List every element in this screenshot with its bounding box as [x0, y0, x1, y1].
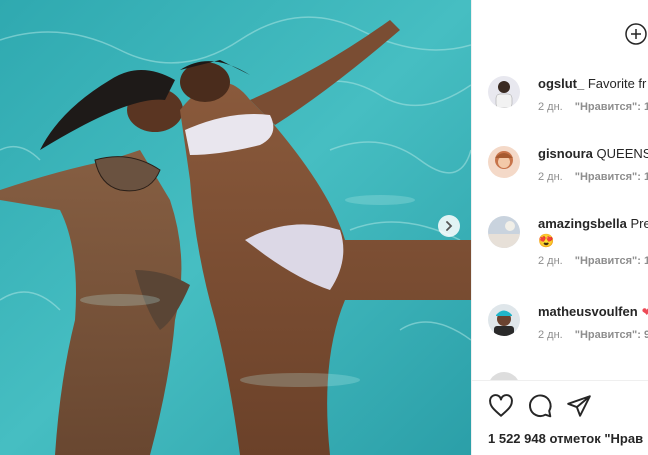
avatar[interactable]	[488, 76, 520, 108]
comment-text: Favorite fr	[587, 76, 647, 91]
avatar[interactable]	[488, 304, 520, 336]
post-actions: 1 522 948 отметок "Нрав	[472, 380, 648, 455]
plus-circle-icon	[625, 23, 647, 45]
like-button[interactable]	[488, 393, 514, 419]
comment-username[interactable]: matheusvoulfen	[538, 304, 638, 319]
comment-age[interactable]: 2 дн.	[538, 101, 563, 113]
comment-item: ogslut_ Favorite fr 2 дн. "Нравится": 1	[488, 76, 648, 113]
post-dialog: ogslut_ Favorite fr 2 дн. "Нравится": 1 g…	[0, 0, 648, 455]
comments-panel: ogslut_ Favorite fr 2 дн. "Нравится": 1 g…	[471, 0, 648, 455]
next-photo-button[interactable]	[438, 215, 460, 237]
post-photo[interactable]	[0, 0, 471, 455]
comment-text: QUEENS	[596, 146, 648, 161]
comment-text: Pre	[630, 216, 648, 231]
comment-likes[interactable]: "Нравится": 1	[575, 171, 648, 183]
comment-age[interactable]: 2 дн.	[538, 329, 563, 341]
comment-emoji: 😍	[538, 233, 555, 248]
share-button[interactable]	[566, 393, 592, 419]
add-button[interactable]	[625, 23, 647, 50]
comment-username[interactable]: ogslut_	[538, 76, 584, 91]
avatar[interactable]	[488, 372, 520, 380]
avatar[interactable]	[488, 146, 520, 178]
comment-button[interactable]	[527, 393, 553, 419]
comment-likes[interactable]: "Нравится": 1	[575, 255, 648, 267]
likes-count[interactable]: 1 522 948 отметок "Нрав	[488, 431, 643, 446]
heart-emoji-icon: ❤	[642, 305, 648, 319]
comment-item: matheusvoulfen ❤ 2 дн. "Нравится": 9	[488, 304, 648, 341]
avatar[interactable]	[488, 216, 520, 248]
comment-age[interactable]: 2 дн.	[538, 255, 563, 267]
comment-item: gisnoura QUEENS 2 дн. "Нравится": 1	[488, 146, 648, 183]
chevron-right-icon	[446, 221, 453, 231]
comment-likes[interactable]: "Нравится": 1	[575, 101, 648, 113]
comment-list: ogslut_ Favorite fr 2 дн. "Нравится": 1 g…	[472, 0, 648, 380]
comment-item: amazingsbella Pre 😍 2 дн. "Нравится": 1	[488, 216, 648, 267]
send-icon	[567, 395, 591, 417]
comment-age[interactable]: 2 дн.	[538, 171, 563, 183]
comment-icon	[529, 394, 552, 418]
pool-image	[0, 0, 471, 455]
comment-username[interactable]: gisnoura	[538, 146, 593, 161]
comment-username[interactable]: amazingsbella	[538, 216, 627, 231]
heart-icon	[489, 394, 513, 417]
comment-likes[interactable]: "Нравится": 9	[575, 329, 648, 341]
